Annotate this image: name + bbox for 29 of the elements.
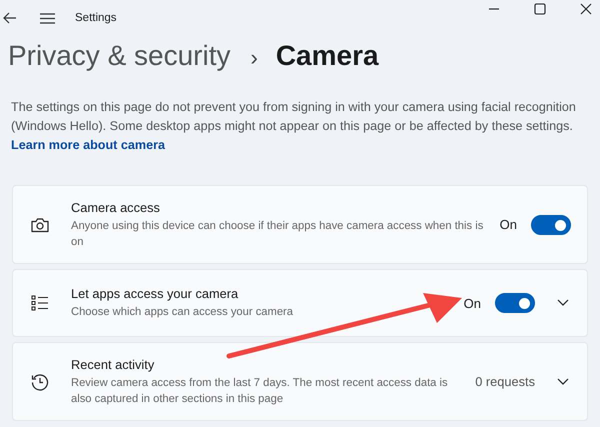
toggle-state-label: On (464, 296, 481, 310)
chevron-icon[interactable] (557, 378, 569, 386)
window-title: Settings (75, 12, 117, 24)
setting-card[interactable]: Recent activity Review camera access from the last 7 days. The most recent access data is also captured in other sections in this page 0 requests (12, 342, 588, 421)
setting-description: Anyone using this device can choose if their apps have camera access when this is on (71, 218, 484, 250)
menu-icon[interactable] (40, 12, 55, 24)
breadcrumb-separator: › (250, 45, 258, 71)
chevron-icon[interactable] (557, 299, 569, 307)
setting-title: Let apps access your camera (71, 286, 240, 301)
toggle-state-label: On (500, 217, 517, 232)
setting-card[interactable]: Let apps access your camera Choose which apps can access your camera On (12, 269, 588, 337)
learn-more-link[interactable]: Learn more about camera (11, 138, 165, 152)
description-text: The settings on this page do not prevent you from signing in with your camera using facial recognition (Windows Hello). Some desktop apps might not appear on this page or be affected by these settings. Learn more about camera (11, 99, 577, 154)
history-icon (31, 372, 49, 390)
setting-title: Camera access (71, 200, 161, 214)
page-title: Camera (276, 40, 379, 72)
setting-title: Recent activity (71, 356, 156, 372)
setting-card[interactable]: Camera access Anyone using this device can choose if their apps have camera access when this is on On (12, 185, 588, 264)
list-icon (31, 295, 49, 311)
toggle-switch[interactable] (531, 214, 571, 234)
maximize-icon[interactable] (534, 3, 546, 15)
back-icon[interactable] (3, 12, 17, 24)
camera-icon (31, 216, 49, 232)
setting-description: Review camera access from the last 7 days. The most recent access data is also captured in other sections in this page (71, 376, 449, 406)
request-count: 0 requests (475, 374, 535, 389)
breadcrumb-parent[interactable]: Privacy & security (8, 40, 230, 72)
close-icon[interactable] (580, 3, 592, 15)
setting-description: Choose which apps can access your camera (71, 305, 294, 320)
toggle-switch[interactable] (495, 293, 535, 313)
